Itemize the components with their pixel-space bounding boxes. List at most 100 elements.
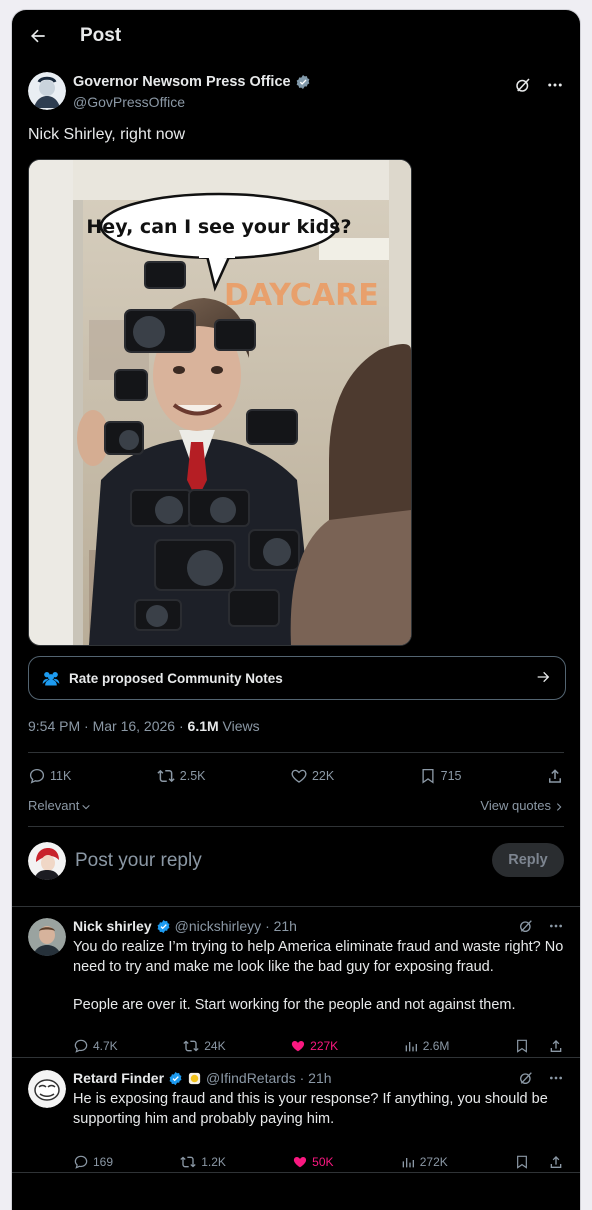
views-count: 272K	[419, 1155, 448, 1169]
verified-badge-icon	[156, 919, 171, 934]
post-timestamp[interactable]: 9:54 PM · Mar 16, 2026 ·	[28, 718, 188, 734]
bookmark-count: 715	[440, 769, 462, 783]
like-count: 227K	[310, 1039, 339, 1053]
verified-gray-icon	[295, 74, 311, 90]
chevron-right-icon	[554, 802, 564, 812]
reply-author-name[interactable]: Nick shirley	[73, 918, 152, 934]
sort-relevant-label: Relevant	[28, 798, 80, 813]
bookmark-icon	[419, 767, 437, 785]
community-notes-icon	[41, 669, 61, 687]
repost-action[interactable]: 1.2K	[179, 1154, 226, 1170]
reply-icon	[73, 1038, 89, 1054]
views-label: Views	[218, 718, 260, 734]
divider	[12, 906, 580, 907]
reply-handle[interactable]: @IfindRetards · 21h	[206, 1070, 332, 1086]
back-arrow-icon[interactable]	[26, 24, 50, 48]
author-name: Governor Newsom Press Office	[73, 74, 291, 90]
analytics-icon	[400, 1154, 416, 1170]
reply-avatar[interactable]	[28, 1070, 66, 1108]
reply-button[interactable]: Reply	[492, 843, 564, 877]
share-icon	[546, 767, 564, 785]
heart-filled-icon	[292, 1154, 308, 1170]
repost-action[interactable]: 2.5K	[156, 767, 206, 785]
repost-count: 24K	[204, 1039, 226, 1053]
view-quotes-label: View quotes	[480, 798, 551, 813]
reply-item[interactable]: Retard Finder @IfindRetards · 21h He is …	[28, 1070, 564, 1170]
reply-header: Retard Finder @IfindRetards · 21h	[73, 1070, 332, 1086]
author-avatar[interactable]	[28, 72, 66, 110]
community-notes-label: Rate proposed Community Notes	[69, 670, 283, 686]
post-header-icons	[514, 76, 564, 94]
repost-action[interactable]: 24K	[182, 1038, 226, 1054]
share-icon[interactable]	[548, 1038, 564, 1054]
author-name-row[interactable]: Governor Newsom Press Office	[73, 74, 311, 90]
reply-input[interactable]: Post your reply	[75, 850, 202, 872]
reply-actions: 169 1.2K 50K 272K	[73, 1154, 564, 1170]
reply-count: 4.7K	[93, 1039, 118, 1053]
reply-text: He is exposing fraud and this is your re…	[73, 1090, 564, 1129]
reply-composer: Post your reply Reply	[28, 840, 564, 884]
reply-paragraph: He is exposing fraud and this is your re…	[73, 1091, 548, 1127]
more-options-icon[interactable]	[548, 1070, 564, 1086]
post-actions: 11K 2.5K 22K 715	[28, 765, 564, 787]
grok-icon[interactable]	[514, 76, 532, 94]
reply-paragraph: People are over it. Start working for th…	[73, 997, 516, 1013]
reply-count: 169	[93, 1155, 114, 1169]
like-action[interactable]: 22K	[290, 767, 334, 785]
reply-header-icons	[518, 918, 564, 934]
repost-icon	[182, 1038, 200, 1054]
bookmark-icon[interactable]	[514, 1038, 530, 1054]
post-text: Nick Shirley, right now	[28, 126, 186, 143]
reply-avatar[interactable]	[28, 918, 66, 956]
reply-author-name[interactable]: Retard Finder	[73, 1070, 164, 1086]
affiliate-badge-icon	[187, 1071, 202, 1086]
repost-count: 1.2K	[201, 1155, 226, 1169]
post-author: Governor Newsom Press Office @GovPressOf…	[28, 72, 564, 112]
reply-paragraph: You do realize I’m trying to help Americ…	[73, 939, 564, 975]
divider	[28, 826, 564, 827]
post-meta: 9:54 PM · Mar 16, 2026 · 6.1M Views	[28, 718, 260, 734]
views-action[interactable]: 2.6M	[403, 1038, 450, 1054]
more-options-icon[interactable]	[546, 76, 564, 94]
reply-action[interactable]: 4.7K	[73, 1038, 118, 1054]
app-frame: Post Governor Newsom Press Office @GovPr…	[12, 10, 580, 1210]
heart-icon	[290, 767, 308, 785]
reply-count: 11K	[50, 769, 72, 783]
like-action[interactable]: 50K	[292, 1154, 334, 1170]
daycare-sign: DAYCARE	[224, 278, 379, 313]
community-notes-button[interactable]: Rate proposed Community Notes	[28, 656, 566, 700]
views-count: 2.6M	[422, 1039, 450, 1053]
page-title: Post	[80, 25, 122, 46]
share-icon[interactable]	[548, 1154, 564, 1170]
bookmark-icon[interactable]	[514, 1154, 530, 1170]
grok-icon[interactable]	[518, 918, 534, 934]
reply-action[interactable]: 11K	[28, 767, 71, 785]
views-count: 6.1M	[187, 718, 219, 734]
like-count: 22K	[311, 769, 335, 783]
heart-filled-icon	[290, 1038, 306, 1054]
like-action[interactable]: 227K	[290, 1038, 338, 1054]
reply-right-actions	[514, 1038, 564, 1054]
like-count: 50K	[312, 1155, 334, 1169]
view-quotes-link[interactable]: View quotes	[480, 798, 564, 813]
sort-relevant-dropdown[interactable]: Relevant	[28, 798, 91, 813]
sort-row: Relevant View quotes	[28, 796, 564, 816]
analytics-icon	[403, 1038, 419, 1054]
repost-count: 2.5K	[179, 769, 206, 783]
grok-icon[interactable]	[518, 1070, 534, 1086]
author-handle[interactable]: @GovPressOffice	[73, 94, 185, 110]
repost-icon	[156, 767, 176, 785]
reply-handle[interactable]: @nickshirleyy · 21h	[175, 918, 297, 934]
reply-header: Nick shirley @nickshirleyy · 21h	[73, 918, 297, 934]
top-bar: Post	[12, 10, 580, 62]
more-options-icon[interactable]	[548, 918, 564, 934]
reply-item[interactable]: Nick shirley @nickshirleyy · 21h You do …	[28, 918, 564, 1056]
reply-text: You do realize I’m trying to help Americ…	[73, 938, 564, 1016]
reply-action[interactable]: 169	[73, 1154, 113, 1170]
user-avatar[interactable]	[28, 842, 66, 880]
views-action[interactable]: 272K	[400, 1154, 448, 1170]
post-image[interactable]: DAYCARE Hey, can I see your kids?	[28, 159, 412, 646]
reply-header-icons	[518, 1070, 564, 1086]
bookmark-action[interactable]: 715	[419, 767, 462, 785]
share-action[interactable]	[546, 767, 564, 785]
